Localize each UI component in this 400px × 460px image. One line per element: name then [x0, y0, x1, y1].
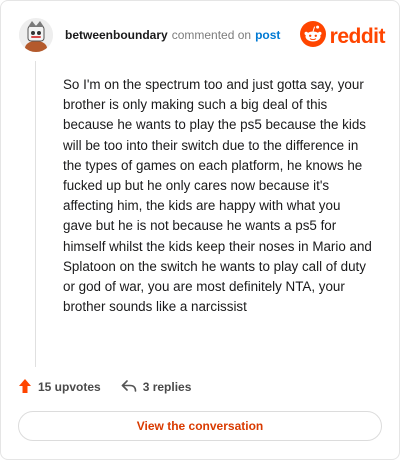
reddit-logo-icon — [299, 21, 326, 52]
upvote-arrow-icon — [18, 378, 32, 397]
comment-card: betweenboundary commented on post reddit — [0, 0, 400, 460]
comment-body: So I'm on the spectrum too and just gott… — [63, 77, 372, 315]
reply-count: 3 replies — [142, 380, 192, 394]
upvote-count: 15 upvotes — [38, 380, 101, 394]
reply-arrow-icon — [121, 379, 137, 396]
comment-header: betweenboundary commented on post reddit — [19, 17, 386, 53]
byline: betweenboundary commented on post — [65, 28, 280, 42]
action-text: commented on — [171, 28, 252, 42]
comment-actions: 15 upvotes 3 replies — [18, 377, 191, 397]
upvote-button[interactable]: 15 upvotes — [18, 378, 101, 397]
replies-button[interactable]: 3 replies — [121, 379, 192, 396]
post-link[interactable]: post — [255, 28, 280, 42]
user-avatar-icon[interactable] — [19, 18, 53, 52]
view-conversation-button[interactable]: View the conversation — [18, 411, 382, 441]
username[interactable]: betweenboundary — [65, 28, 168, 42]
thread-line — [35, 61, 36, 367]
reddit-wordmark: reddit — [329, 24, 386, 48]
reddit-brand[interactable]: reddit — [299, 21, 386, 52]
